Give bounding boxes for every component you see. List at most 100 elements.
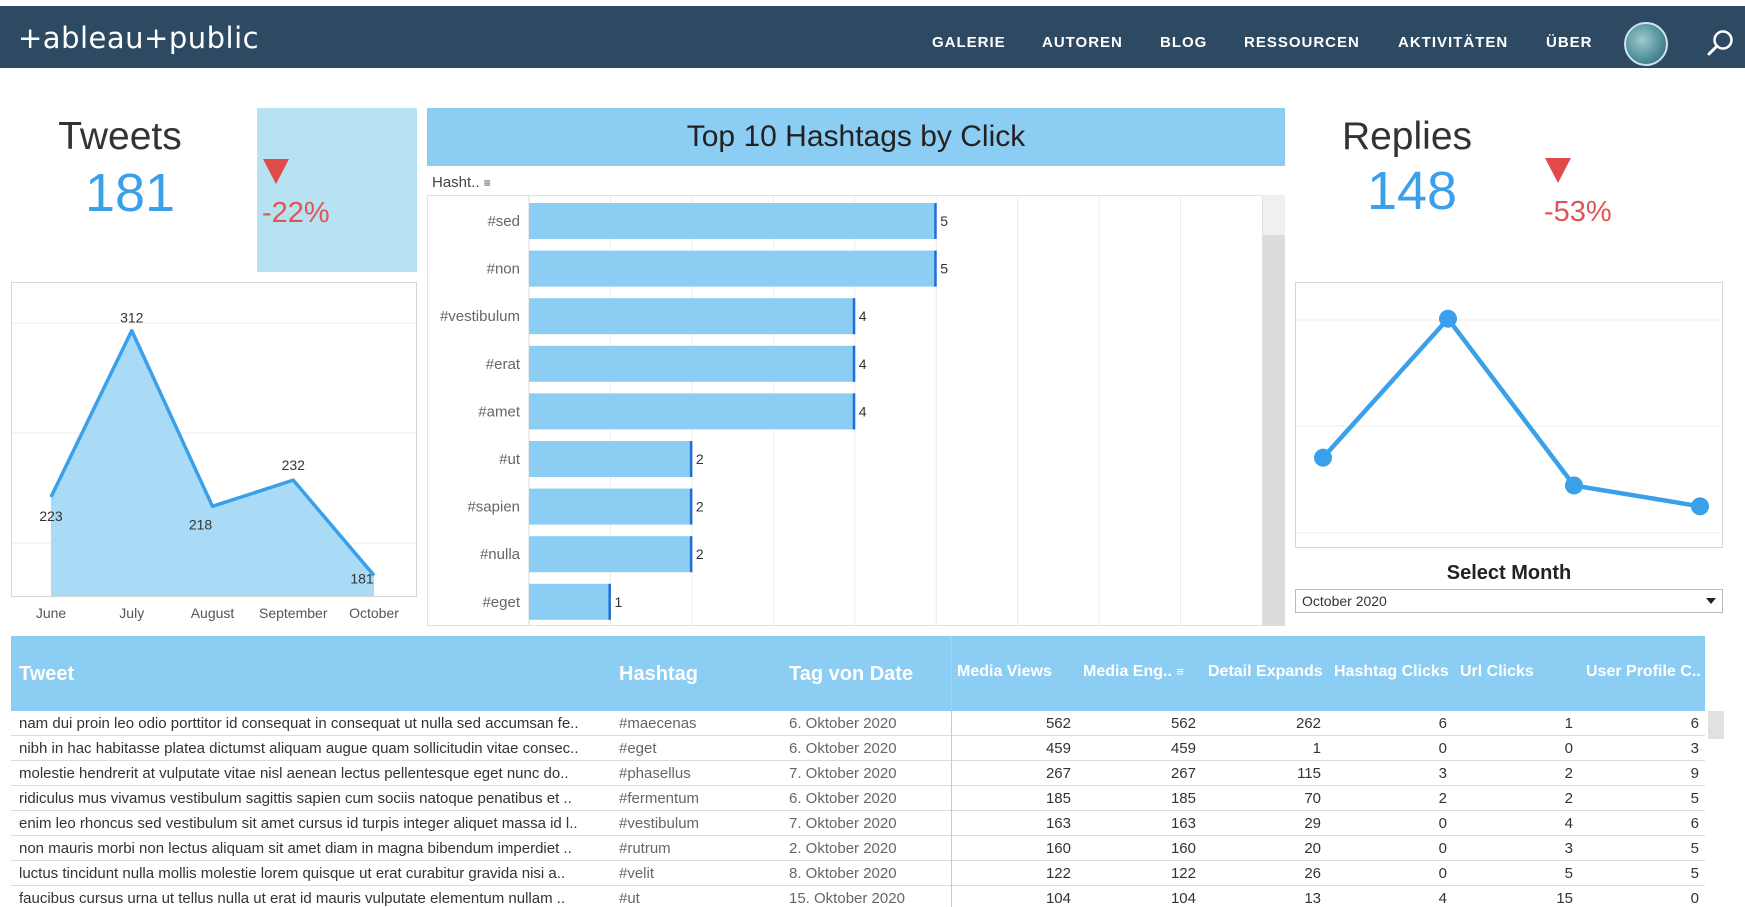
nav-aktivitaeten[interactable]: AKTIVITÄTEN [1398,34,1508,51]
hashtag-field-header[interactable]: Hasht.. ≡ [432,174,491,191]
table-row[interactable]: faucibus cursus urna ut tellus nulla ut … [11,886,1705,907]
col-header-detail-expands[interactable]: Detail Expands [1208,663,1323,681]
cell-user-profile-clicks: 5 [1690,865,1699,882]
select-month-label: Select Month [1446,562,1572,584]
replies-kpi-title: Replies [1341,115,1473,158]
cell-date: 8. Oktober 2020 [789,865,897,882]
cell-media-eng: 104 [1170,890,1196,907]
cell-media-eng: 459 [1170,740,1196,757]
tweets-kpi-change: -22% [262,197,330,229]
cell-tweet-text: enim leo rhoncus sed vestibulum sit amet… [19,815,578,832]
cell-media-views: 459 [1045,740,1071,757]
cell-media-eng: 160 [1170,840,1196,857]
col-header-url-clicks[interactable]: Url Clicks [1460,663,1534,681]
col-header-hashtag-clicks[interactable]: Hashtag Clicks [1334,663,1449,681]
col-header-media-views[interactable]: Media Views [957,663,1052,681]
media-eng-label: Media Eng.. [1083,663,1172,680]
cell-tweet-text: luctus tincidunt nulla mollis molestie l… [19,865,566,882]
cell-tweet-text: molestie hendrerit at vulputate vitae ni… [19,765,569,782]
cell-user-profile-clicks: 0 [1690,890,1699,907]
col-header-hashtag[interactable]: Hashtag [619,663,698,686]
table-row[interactable]: nibh in hac habitasse platea dictumst al… [11,736,1705,761]
cell-user-profile-clicks: 5 [1690,790,1699,807]
cell-user-profile-clicks: 6 [1690,715,1699,732]
cell-hashtag-clicks: 0 [1438,815,1447,832]
cell-media-views: 267 [1045,765,1071,782]
table-scrollbar[interactable] [1708,711,1724,739]
cell-hashtag: #ut [619,890,640,907]
table-row[interactable]: nam dui proin leo odio porttitor id cons… [11,711,1705,736]
cell-url-clicks: 3 [1564,840,1573,857]
cell-detail-expands: 13 [1304,890,1321,907]
cell-hashtag: #eget [619,740,657,757]
tweets-kpi-title: Tweets [58,115,182,158]
bar-chart-panel [427,195,1263,626]
bar-chart-scrollbar[interactable] [1263,195,1285,626]
cell-user-profile-clicks: 3 [1690,740,1699,757]
cell-detail-expands: 1 [1312,740,1321,757]
cell-media-eng: 267 [1170,765,1196,782]
tableau-public-logo[interactable]: +ableau+public [18,24,259,53]
nav-ueber[interactable]: ÜBER [1546,34,1593,51]
cell-date: 7. Oktober 2020 [789,815,897,832]
cell-hashtag-clicks: 0 [1438,865,1447,882]
month-select-dropdown[interactable]: October 2020 [1295,589,1723,613]
down-triangle-icon [263,159,289,184]
cell-media-eng: 122 [1170,865,1196,882]
table-row[interactable]: ridiculus mus vivamus vestibulum sagitti… [11,786,1705,811]
table-divider [951,636,952,907]
replies-kpi-change: -53% [1544,196,1612,228]
cell-media-views: 160 [1045,840,1071,857]
cell-url-clicks: 4 [1564,815,1573,832]
nav-galerie[interactable]: GALERIE [932,34,1006,51]
cell-hashtag: #velit [619,865,655,882]
cell-date: 7. Oktober 2020 [789,765,897,782]
cell-detail-expands: 20 [1304,840,1321,857]
col-header-user-profile[interactable]: User Profile C.. [1586,663,1701,681]
table-row[interactable]: enim leo rhoncus sed vestibulum sit amet… [11,811,1705,836]
table-row[interactable]: molestie hendrerit at vulputate vitae ni… [11,761,1705,786]
col-header-date[interactable]: Tag von Date [789,663,913,686]
cell-tweet-text: nam dui proin leo odio porttitor id cons… [19,715,579,732]
col-header-tweet[interactable]: Tweet [19,663,74,686]
cell-hashtag: #vestibulum [619,815,700,832]
cell-date: 6. Oktober 2020 [789,715,897,732]
scrollbar-thumb[interactable] [1263,235,1285,626]
nav-blog[interactable]: BLOG [1160,34,1207,51]
table-row[interactable]: luctus tincidunt nulla mollis molestie l… [11,861,1705,886]
x-tick-label: August [191,605,235,621]
cell-url-clicks: 2 [1564,765,1573,782]
sort-icon[interactable]: ≡ [1176,664,1184,679]
cell-detail-expands: 70 [1304,790,1321,807]
cell-hashtag-clicks: 6 [1438,715,1447,732]
cell-detail-expands: 115 [1297,765,1321,782]
cell-hashtag: #rutrum [619,840,671,857]
sort-icon[interactable]: ≡ [484,176,491,190]
cell-hashtag-clicks: 3 [1438,765,1447,782]
cell-date: 15. Oktober 2020 [789,890,905,907]
cell-media-views: 163 [1045,815,1071,832]
cell-url-clicks: 5 [1564,865,1573,882]
search-icon[interactable] [1706,28,1736,58]
table-row[interactable]: non mauris morbi non lectus aliquam sit … [11,836,1705,861]
down-triangle-icon [1545,158,1571,183]
tweets-chart-panel [11,282,417,597]
top-navbar: +ableau+public GALERIE AUTOREN BLOG RESS… [0,6,1745,68]
avatar[interactable] [1624,22,1668,66]
month-select-value: October 2020 [1302,593,1387,609]
cell-url-clicks: 2 [1564,790,1573,807]
cell-date: 6. Oktober 2020 [789,740,897,757]
cell-media-views: 104 [1045,890,1071,907]
cell-detail-expands: 29 [1304,815,1321,832]
cell-tweet-text: non mauris morbi non lectus aliquam sit … [19,840,572,857]
nav-ressourcen[interactable]: RESSOURCEN [1244,34,1360,51]
x-tick-label: June [36,605,67,621]
cell-hashtag-clicks: 4 [1438,890,1447,907]
cell-media-eng: 163 [1170,815,1196,832]
cell-media-eng: 562 [1170,715,1196,732]
tweets-change-tile [257,108,417,272]
col-header-media-eng[interactable]: Media Eng.. ≡ [1083,663,1184,681]
nav-autoren[interactable]: AUTOREN [1042,34,1123,51]
tweets-kpi-value: 181 [84,163,176,223]
cell-url-clicks: 15 [1556,890,1573,907]
